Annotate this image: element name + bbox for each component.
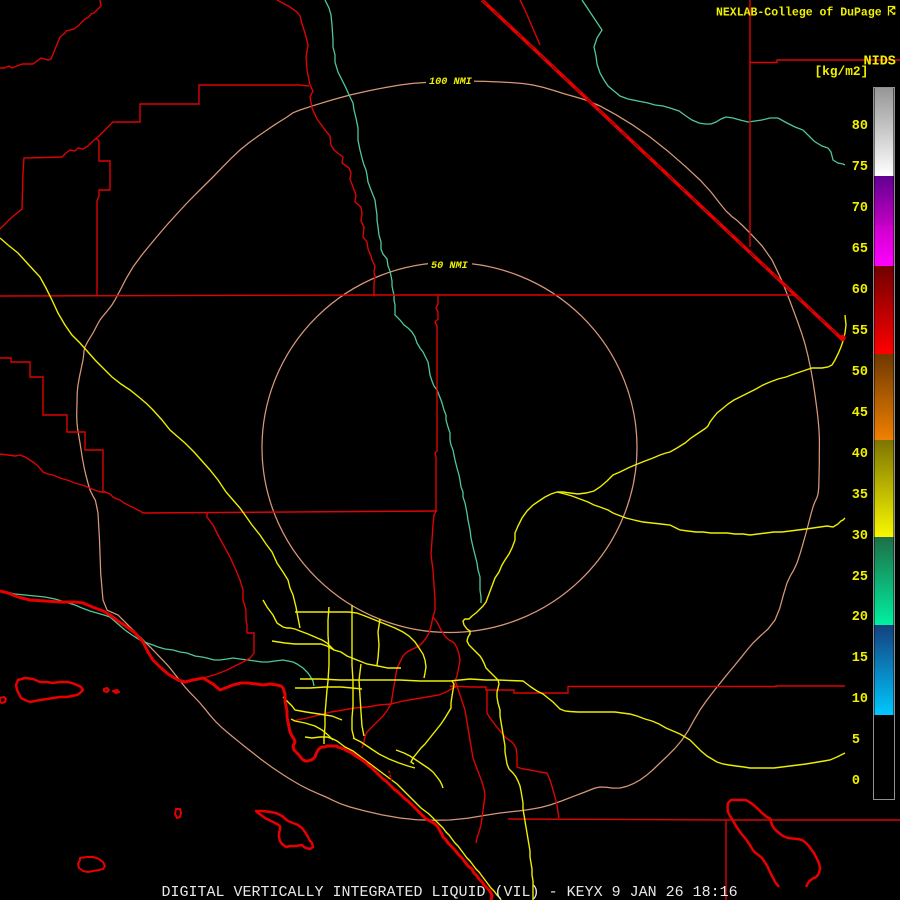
svg-text:20: 20 [852,610,868,625]
svg-text:80: 80 [852,119,868,134]
svg-text:100 NMI: 100 NMI [429,77,473,88]
svg-text:60: 60 [852,283,868,298]
svg-text:NIDS: NIDS [864,55,896,70]
svg-text:15: 15 [852,651,868,666]
svg-text:NEXLAB-College of DuPage: NEXLAB-College of DuPage [716,7,882,20]
svg-text:70: 70 [852,201,868,216]
svg-text:DIGITAL VERTICALLY INTEGRATED: DIGITAL VERTICALLY INTEGRATED LIQUID (VI… [162,884,738,900]
svg-text:40: 40 [852,447,868,462]
svg-text:[kg/m2]: [kg/m2] [815,64,869,79]
svg-text:30: 30 [852,529,868,544]
svg-text:35: 35 [852,488,868,503]
svg-text:75: 75 [852,160,868,175]
svg-text:0: 0 [852,774,860,789]
svg-text:45: 45 [852,406,868,421]
svg-text:5: 5 [852,733,860,748]
svg-text:25: 25 [852,570,868,585]
svg-text:55: 55 [852,324,868,339]
svg-text:10: 10 [852,692,868,707]
svg-text:65: 65 [852,242,868,257]
svg-text:50: 50 [852,365,868,380]
svg-text:50 NMI: 50 NMI [431,261,469,272]
